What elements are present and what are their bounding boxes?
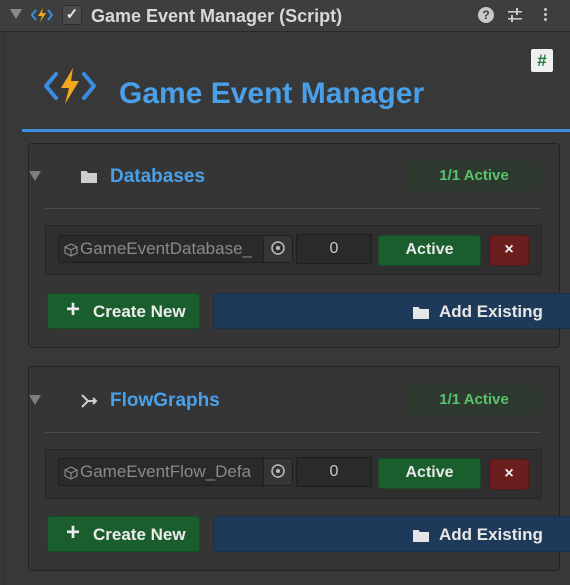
- flowgraph-index-field[interactable]: 0: [296, 457, 372, 487]
- script-icon[interactable]: #: [531, 49, 553, 72]
- flowgraphs-title: FlowGraphs: [110, 390, 220, 411]
- databases-create-new-button[interactable]: + Create New: [47, 293, 200, 329]
- page-title: Game Event Manager: [119, 77, 425, 110]
- databases-add-existing-button[interactable]: Add Existing: [213, 293, 570, 329]
- title-underline: [22, 129, 570, 132]
- divider: [45, 432, 541, 433]
- flowgraph-object-field[interactable]: GameEventFlow_Defa: [58, 458, 293, 486]
- flowgraph-object-name: GameEventFlow_Defa: [80, 462, 252, 481]
- flowgraph-remove-button[interactable]: ×: [489, 459, 529, 490]
- database-object-name: GameEventDatabase_: [80, 239, 252, 258]
- inspector-left-border: [4, 32, 5, 585]
- add-existing-label: Add Existing: [439, 525, 543, 544]
- scriptable-object-icon: [64, 465, 78, 485]
- databases-status-badge: 1/1 Active: [407, 161, 541, 191]
- event-bolt-icon: [30, 7, 54, 28]
- folder-icon: [81, 170, 97, 189]
- object-picker-icon[interactable]: [263, 459, 292, 485]
- database-remove-button[interactable]: ×: [489, 235, 529, 266]
- kebab-menu-icon[interactable]: [537, 6, 553, 26]
- presets-icon[interactable]: [507, 7, 523, 28]
- flow-graph-icon: [80, 392, 98, 415]
- plus-icon: +: [66, 296, 81, 323]
- database-index-field[interactable]: 0: [296, 234, 372, 264]
- plus-icon: +: [66, 519, 81, 546]
- folder-icon: [413, 305, 429, 325]
- databases-foldout-icon[interactable]: [29, 171, 41, 181]
- create-new-label: Create New: [93, 302, 186, 321]
- component-header: ✓ Game Event Manager (Script) ?: [0, 0, 570, 32]
- flowgraph-active-button[interactable]: Active: [378, 458, 481, 489]
- enabled-checkbox[interactable]: ✓: [62, 5, 82, 25]
- foldout-arrow-icon[interactable]: [10, 9, 22, 19]
- divider: [45, 208, 541, 209]
- flowgraphs-status-badge: 1/1 Active: [407, 385, 541, 415]
- database-active-button[interactable]: Active: [378, 235, 481, 266]
- game-event-logo-icon: [42, 66, 98, 111]
- flowgraphs-foldout-icon[interactable]: [29, 395, 41, 405]
- flowgraphs-create-new-button[interactable]: + Create New: [47, 516, 200, 552]
- help-icon[interactable]: ?: [478, 7, 494, 23]
- add-existing-label: Add Existing: [439, 302, 543, 321]
- component-title: Game Event Manager (Script): [91, 6, 343, 26]
- folder-icon: [413, 528, 429, 548]
- database-object-field[interactable]: GameEventDatabase_: [58, 235, 293, 263]
- flowgraphs-add-existing-button[interactable]: Add Existing: [213, 516, 570, 552]
- create-new-label: Create New: [93, 525, 186, 544]
- databases-title: Databases: [110, 166, 206, 187]
- scriptable-object-icon: [64, 242, 78, 262]
- object-picker-icon[interactable]: [263, 236, 292, 262]
